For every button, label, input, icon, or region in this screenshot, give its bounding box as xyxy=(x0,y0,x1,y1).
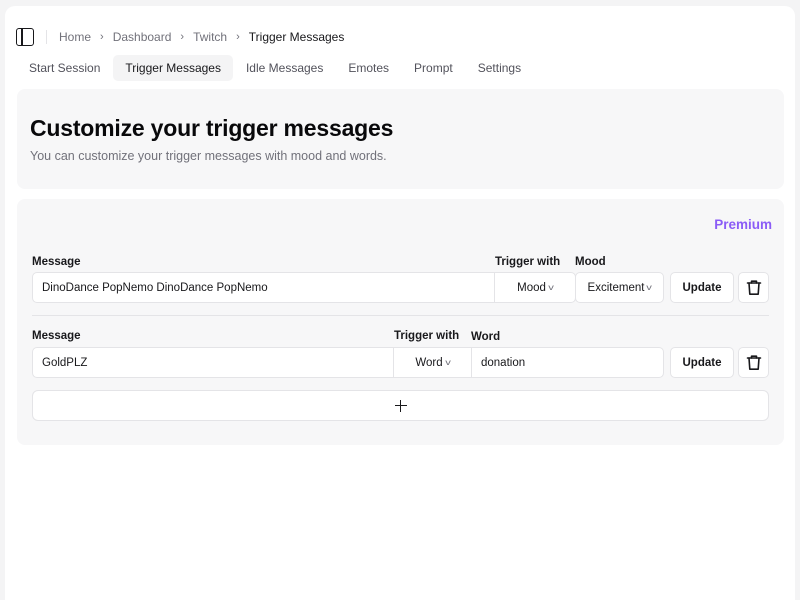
tab-emotes[interactable]: Emotes xyxy=(336,55,401,81)
chevron-right-icon: › xyxy=(180,31,185,43)
breadcrumb-twitch[interactable]: Twitch xyxy=(193,30,227,44)
trigger-select-value: Mood xyxy=(517,281,546,294)
trigger-with-label: Trigger with xyxy=(495,256,561,268)
breadcrumb-current: Trigger Messages xyxy=(248,30,345,44)
trash-icon xyxy=(746,280,761,295)
message-input[interactable]: DinoDance PopNemo DinoDance PopNemo xyxy=(32,272,495,303)
page-title: Customize your trigger messages xyxy=(30,115,394,141)
trigger-messages-panel: Premium Message Trigger with Mood DinoDa… xyxy=(17,199,784,445)
chevron-down-icon: v xyxy=(646,283,653,292)
message-label: Message xyxy=(32,256,81,268)
delete-button[interactable] xyxy=(738,347,769,378)
tab-prompt[interactable]: Prompt xyxy=(402,55,465,81)
top-bar: Home › Dashboard › Twitch › Trigger Mess… xyxy=(16,22,344,52)
sidebar-toggle-icon[interactable] xyxy=(16,28,34,46)
update-button[interactable]: Update xyxy=(670,347,734,378)
breadcrumb-home[interactable]: Home xyxy=(59,30,91,44)
add-message-button[interactable] xyxy=(32,390,769,421)
update-button[interactable]: Update xyxy=(670,272,734,303)
trigger-select[interactable]: Word v xyxy=(393,347,472,378)
vertical-divider xyxy=(46,30,47,44)
page-subtitle: You can customize your trigger messages … xyxy=(30,149,387,163)
breadcrumb-dashboard[interactable]: Dashboard xyxy=(113,30,172,44)
word-label: Word xyxy=(471,331,501,343)
delete-button[interactable] xyxy=(738,272,769,303)
word-input[interactable]: donation xyxy=(471,347,664,378)
trash-icon xyxy=(746,355,761,370)
app-frame: Home › Dashboard › Twitch › Trigger Mess… xyxy=(5,6,795,600)
chevron-right-icon: › xyxy=(100,31,104,43)
chevron-down-icon: v xyxy=(444,358,451,367)
mood-select-value: Excitement xyxy=(587,281,645,294)
trigger-with-label: Trigger with xyxy=(394,330,460,342)
premium-badge: Premium xyxy=(714,217,772,232)
tab-idle-messages[interactable]: Idle Messages xyxy=(234,55,335,81)
tab-bar: Start Session Trigger Messages Idle Mess… xyxy=(17,55,534,81)
breadcrumb: Home › Dashboard › Twitch › Trigger Mess… xyxy=(59,30,344,44)
message-label: Message xyxy=(32,330,81,342)
chevron-down-icon: v xyxy=(548,283,554,292)
message-input[interactable]: GoldPLZ xyxy=(32,347,394,378)
plus-icon xyxy=(394,399,407,412)
chevron-right-icon: › xyxy=(236,31,240,43)
hero-card: Customize your trigger messages You can … xyxy=(17,89,784,189)
mood-label: Mood xyxy=(575,256,606,268)
tab-start-session[interactable]: Start Session xyxy=(17,55,112,81)
row-divider xyxy=(32,315,769,316)
mood-select[interactable]: Excitement v xyxy=(575,272,664,303)
trigger-select[interactable]: Mood v xyxy=(494,272,576,303)
trigger-select-value: Word xyxy=(415,356,443,369)
tab-settings[interactable]: Settings xyxy=(466,55,533,81)
tab-trigger-messages[interactable]: Trigger Messages xyxy=(113,55,233,81)
